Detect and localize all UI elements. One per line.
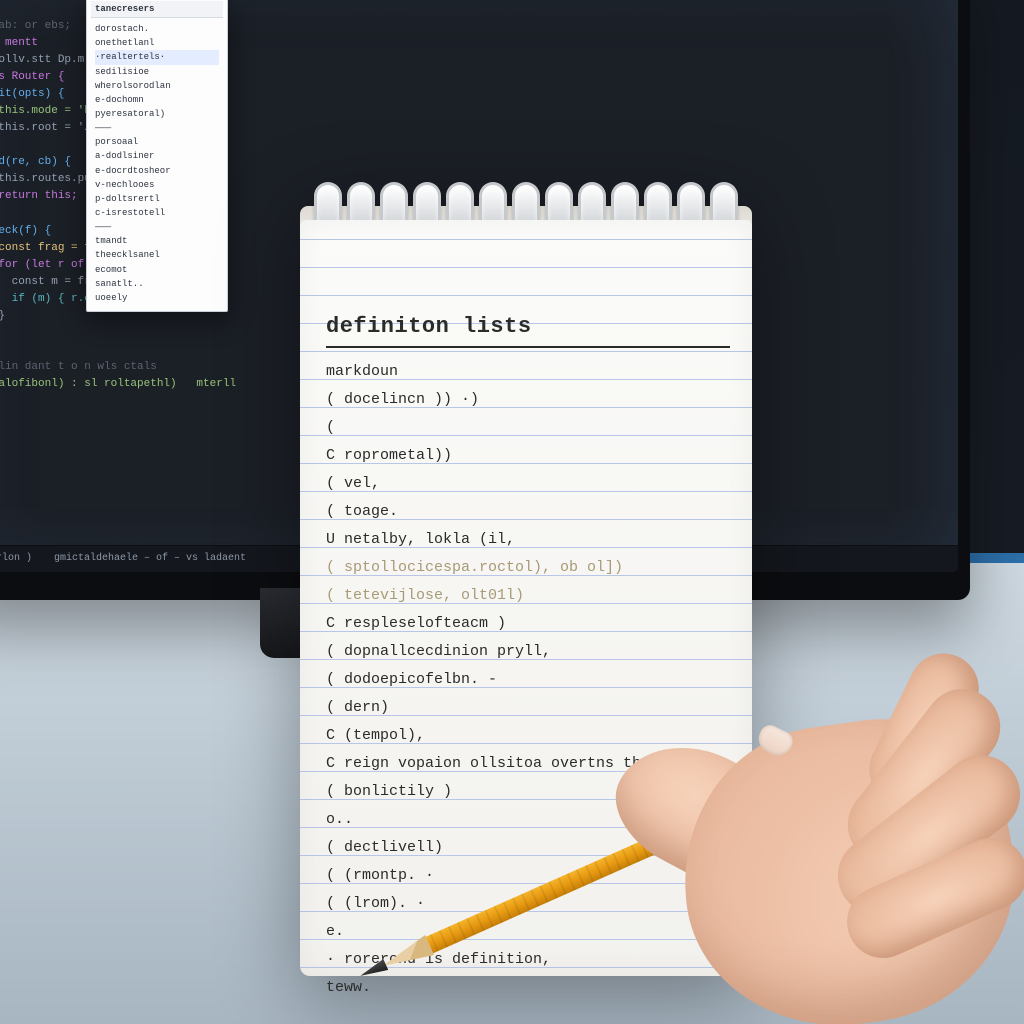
notepad-line: U netalby, lokla (il,	[326, 526, 730, 554]
autocomplete-item[interactable]: sanatlt..	[95, 277, 219, 291]
autocomplete-item[interactable]: v-nechlooes	[95, 178, 219, 192]
autocomplete-item[interactable]: uoeely	[95, 291, 219, 305]
notepad-line: · rorerond is definition,	[326, 946, 730, 974]
notepad-line: C respleselofteacm )	[326, 610, 730, 638]
notepad-line: C reign vopaion ollsitoa overtns ther me…	[326, 750, 730, 778]
autocomplete-item[interactable]: theecklsanel	[95, 248, 219, 262]
notepad-line: ( (lrom). ·	[326, 890, 730, 918]
autocomplete-item[interactable]: sedilisioe	[95, 65, 219, 79]
notepad-line: ( sptollocicespa.roctol), ob ol])	[326, 554, 730, 582]
notepad-line: (	[326, 414, 730, 442]
autocomplete-item[interactable]: tmandt	[95, 234, 219, 248]
paper-notepad: definiton lists markdoun( docelincn )) ·…	[300, 176, 752, 976]
notepad-title: definiton lists	[326, 316, 730, 348]
notepad-line: ( dern)	[326, 694, 730, 722]
notepad-line: ( tetevijlose, olt01l)	[326, 582, 730, 610]
autocomplete-item[interactable]: e-dochomn	[95, 93, 219, 107]
autocomplete-item[interactable]: ·realtertels·	[95, 50, 219, 64]
notepad-content: definiton lists markdoun( docelincn )) ·…	[326, 316, 730, 956]
notepad-line: teww.	[326, 974, 730, 1002]
autocomplete-popup[interactable]: tanecresers dorostach.onethetlanl·realte…	[86, 0, 228, 312]
autocomplete-item[interactable]: ———	[95, 220, 219, 234]
notepad-line: o..	[326, 806, 730, 834]
notepad-line: ( dodoepicofelbn. -	[326, 666, 730, 694]
autocomplete-item[interactable]: wherolsorodlan	[95, 79, 219, 93]
autocomplete-item[interactable]: dorostach.	[95, 22, 219, 36]
notepad-line: ( docelincn )) ·)	[326, 386, 730, 414]
status-left: ptarlon )	[0, 554, 32, 564]
scene: ole pratal manaaowl feslom /aan tom o/ ◇…	[0, 0, 1024, 1024]
autocomplete-item[interactable]: c-isrestotell	[95, 206, 219, 220]
notepad-line: C roprometal))	[326, 442, 730, 470]
notepad-line: ( dopnallcecdinion pryll,	[326, 638, 730, 666]
autocomplete-item[interactable]: a-dodlsiner	[95, 149, 219, 163]
notepad-line: ( toage.	[326, 498, 730, 526]
notepad-line: ( bonlictily )	[326, 778, 730, 806]
autocomplete-item[interactable]: p-doltsrertl	[95, 192, 219, 206]
notepad-line: markdoun	[326, 358, 730, 386]
autocomplete-item[interactable]: e-docrdtosheor	[95, 164, 219, 178]
status-mid: gmictaldehaele – of – vs ladaent	[54, 554, 246, 564]
autocomplete-header: tanecresers	[91, 1, 223, 18]
notepad-line: C (tempol),	[326, 722, 730, 750]
autocomplete-item[interactable]: ecomot	[95, 263, 219, 277]
notepad-line: e.	[326, 918, 730, 946]
autocomplete-item[interactable]: porsoaal	[95, 135, 219, 149]
autocomplete-item[interactable]: ———	[95, 121, 219, 135]
notepad-page: definiton lists markdoun( docelincn )) ·…	[300, 220, 752, 976]
autocomplete-item[interactable]: pyeresatoral)	[95, 107, 219, 121]
notepad-line: ( vel,	[326, 470, 730, 498]
notepad-line: ( (rmontp. ·	[326, 862, 730, 890]
notepad-line: ( dectlivell)	[326, 834, 730, 862]
autocomplete-item[interactable]: onethetlanl	[95, 36, 219, 50]
